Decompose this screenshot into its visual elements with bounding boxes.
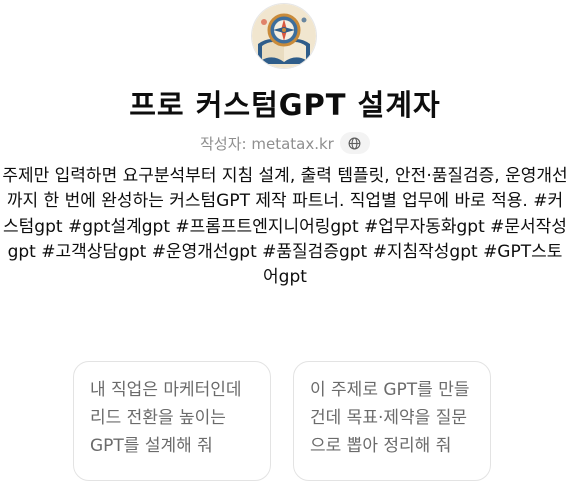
author-label: 작성자: metatax.kr xyxy=(200,133,334,154)
author-prefix: 작성자: xyxy=(200,134,252,153)
conversation-starter-text: 이 주제로 GPT를 만들 건데 목표·제약을 질문으로 뽑아 정리해 줘 xyxy=(310,380,470,456)
author-line: 작성자: metatax.kr xyxy=(0,132,570,154)
compass-book-logo-icon xyxy=(252,4,316,68)
conversation-starter-text: 내 직업은 마케터인데 리드 전환을 높이는 GPT를 설계해 줘 xyxy=(90,380,242,456)
author-website-button[interactable] xyxy=(339,132,370,154)
conversation-starter[interactable]: 내 직업은 마케터인데 리드 전환을 높이는 GPT를 설계해 줘 xyxy=(73,361,271,481)
gpt-description: 주제만 입력하면 요구분석부터 지침 설계, 출력 템플릿, 안전·품질검증, … xyxy=(2,166,568,288)
gpt-avatar xyxy=(252,4,316,68)
gpt-title: 프로 커스텀GPT 설계자 xyxy=(129,88,441,122)
globe-icon xyxy=(348,137,361,149)
author-name: metatax.kr xyxy=(251,134,334,153)
conversation-starter[interactable]: 이 주제로 GPT를 만들 건데 목표·제약을 질문으로 뽑아 정리해 줘 xyxy=(293,361,491,481)
